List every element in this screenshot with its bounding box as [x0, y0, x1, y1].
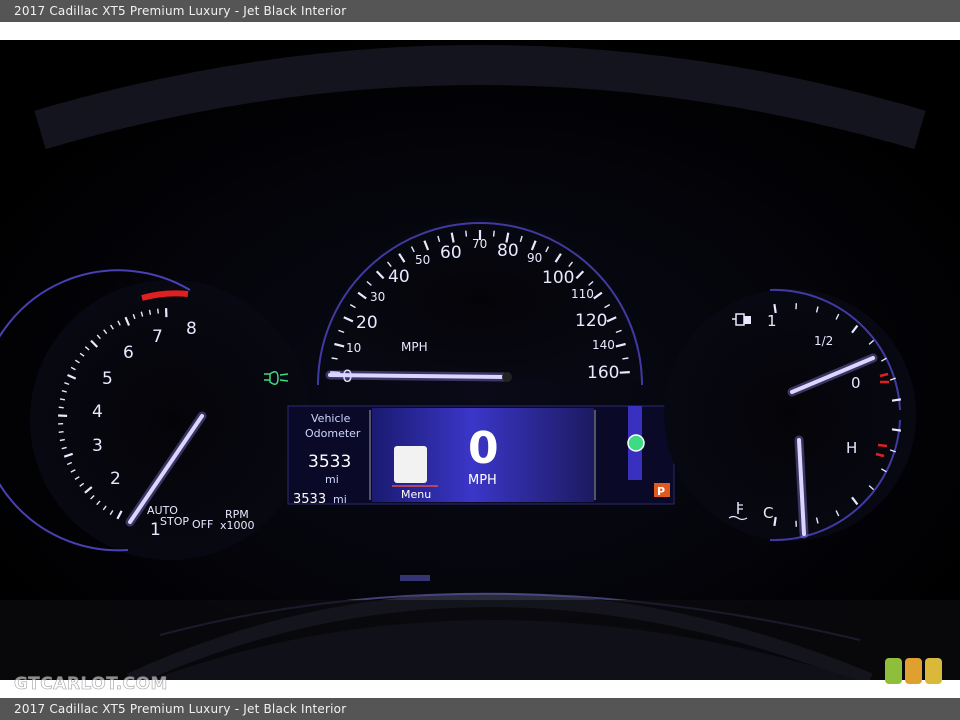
- speedo-label-80: 80: [497, 241, 519, 261]
- auto-stop-label-line2: STOP: [160, 515, 189, 528]
- tach-label-5: 5: [102, 369, 113, 389]
- auto-stop-off-label: OFF: [192, 518, 213, 531]
- tach-label-6: 6: [123, 343, 134, 363]
- dic-title-odometer: Odometer: [305, 427, 361, 440]
- tach-label-8: 8: [186, 319, 197, 339]
- dic-trip-value: 3533: [293, 492, 326, 507]
- speedo-label-160: 160: [587, 363, 619, 383]
- speedo-hub: [502, 372, 512, 382]
- dic-digital-speed: 0: [468, 423, 499, 474]
- cluster-svg: 1 2 3 4 5 6 7 8 AUTO STOP OFF RPM x1000: [0, 40, 960, 680]
- tach-ticks-tick: [58, 431, 64, 433]
- tach-ticks-tick: [148, 309, 152, 315]
- dic-digital-speed-unit: MPH: [468, 473, 497, 488]
- fuel-full-label: 1: [767, 312, 777, 330]
- speedo-ticks-tick: [492, 230, 495, 237]
- speedo-label-100: 100: [542, 268, 574, 288]
- speedo-label-90: 90: [527, 251, 542, 265]
- speedo-label-30: 30: [370, 290, 385, 304]
- driver-info-center: Vehicle Odometer 3533 mi 3533 mi Menu 0 …: [287, 405, 675, 507]
- tach-ticks-tick: [59, 438, 65, 442]
- tach-ticks-tick: [58, 406, 64, 409]
- speedo-ticks-tick: [331, 357, 338, 360]
- speedo-unit-label: MPH: [401, 340, 428, 354]
- tach-ticks-tick: [59, 398, 66, 401]
- tach-ticks-tick: [157, 308, 159, 314]
- dic-app-tile: [394, 446, 427, 483]
- temp-cold-label: C: [763, 504, 773, 522]
- caption-bottom: 2017 Cadillac XT5 Premium Luxury - Jet B…: [0, 698, 960, 720]
- tach-label-2: 2: [110, 469, 121, 489]
- speedo-label-20: 20: [356, 313, 378, 333]
- dic-odometer-value: 3533: [308, 452, 351, 472]
- speedo-ticks-tick: [619, 371, 630, 374]
- speedo-ticks-tick: [622, 357, 629, 360]
- fuel-ticks-tick: [891, 398, 902, 402]
- speedo-ticks-tick: [465, 230, 468, 237]
- bezel-light: [400, 575, 430, 581]
- logo-square-orange: [905, 658, 922, 684]
- caption-top: 2017 Cadillac XT5 Premium Luxury - Jet B…: [0, 0, 960, 22]
- park-gear-label: P: [657, 485, 665, 498]
- temp-hot-mark: [877, 443, 888, 448]
- logo-square-green: [885, 658, 902, 684]
- lane-keep-indicator-icon: [627, 434, 645, 452]
- dic-menu-label: Menu: [401, 488, 431, 501]
- temp-hot-label: H: [846, 439, 857, 457]
- speedo-label-140: 140: [592, 338, 615, 352]
- speedo-label-110: 110: [571, 287, 594, 301]
- rpm-multiplier-label: x1000: [220, 519, 255, 532]
- speedo-label-60: 60: [440, 243, 462, 263]
- speedo-needle-glow: [325, 370, 510, 382]
- logo-square-yellow: [925, 658, 942, 684]
- tach-label-4: 4: [92, 402, 103, 422]
- fuel-face: [664, 289, 916, 541]
- tach-label-3: 3: [92, 436, 103, 456]
- speedo-label-10: 10: [346, 341, 361, 355]
- fuel-temp-gauge: 1 1/2 0 H C: [664, 288, 916, 542]
- fuel-half-label: 1/2: [814, 334, 833, 348]
- dic-odometer-unit: mi: [325, 473, 339, 486]
- instrument-cluster-photo: 1 2 3 4 5 6 7 8 AUTO STOP OFF RPM x1000: [0, 40, 960, 680]
- dic-title-vehicle: Vehicle: [311, 412, 351, 425]
- speedo-label-40: 40: [388, 267, 410, 287]
- site-logo: [885, 658, 945, 688]
- temp-needle-glow: [794, 435, 809, 539]
- watermark: GTCARLOT.COM: [14, 674, 168, 695]
- fuel-ticks-tick: [773, 516, 777, 527]
- speedo-label-50: 50: [415, 253, 430, 267]
- fuel-empty-label: 0: [851, 374, 861, 392]
- tach-label-7: 7: [152, 327, 163, 347]
- fuel-ticks-tick: [891, 428, 902, 432]
- speedo-label-70: 70: [472, 237, 487, 251]
- dic-trip-unit: mi: [333, 493, 347, 506]
- speedo-label-120: 120: [575, 311, 607, 331]
